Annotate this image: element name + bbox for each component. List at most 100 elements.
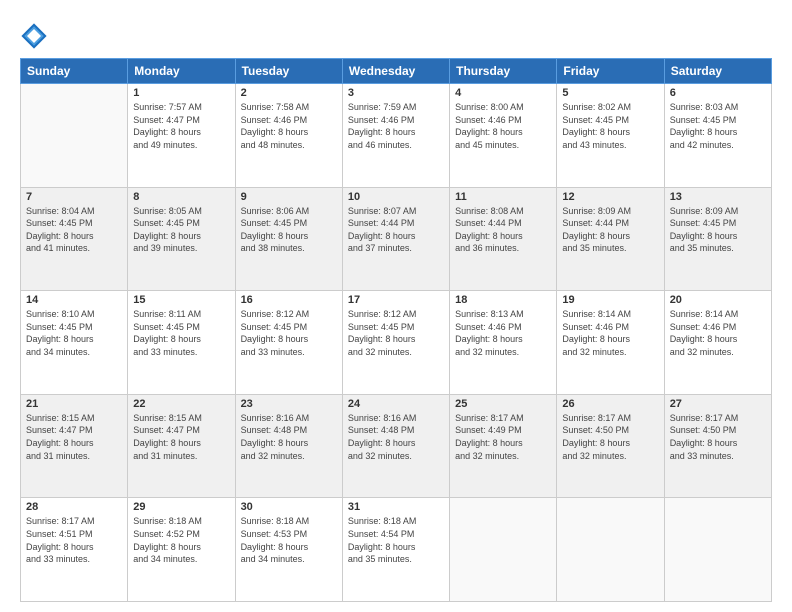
day-info: Sunrise: 8:00 AMSunset: 4:46 PMDaylight:… (455, 101, 551, 151)
calendar-cell: 24 Sunrise: 8:16 AMSunset: 4:48 PMDayligh… (342, 394, 449, 498)
weekday-friday: Friday (557, 59, 664, 84)
day-number: 26 (562, 398, 658, 410)
calendar-row-5: 28 Sunrise: 8:17 AMSunset: 4:51 PMDayligh… (21, 498, 772, 602)
day-info: Sunrise: 8:18 AMSunset: 4:52 PMDaylight:… (133, 515, 229, 565)
calendar-cell (664, 498, 771, 602)
day-number: 6 (670, 87, 766, 99)
day-info: Sunrise: 7:59 AMSunset: 4:46 PMDaylight:… (348, 101, 444, 151)
day-info: Sunrise: 8:05 AMSunset: 4:45 PMDaylight:… (133, 205, 229, 255)
day-info: Sunrise: 8:17 AMSunset: 4:51 PMDaylight:… (26, 515, 122, 565)
weekday-saturday: Saturday (664, 59, 771, 84)
calendar-cell: 5 Sunrise: 8:02 AMSunset: 4:45 PMDaylight… (557, 84, 664, 188)
day-info: Sunrise: 8:16 AMSunset: 4:48 PMDaylight:… (241, 412, 337, 462)
weekday-monday: Monday (128, 59, 235, 84)
day-info: Sunrise: 8:14 AMSunset: 4:46 PMDaylight:… (670, 308, 766, 358)
calendar-cell: 16Sunrise: 8:12 AMSunset: 4:45 PMDayligh… (235, 291, 342, 395)
logo (20, 22, 51, 50)
day-number: 11 (455, 191, 551, 203)
day-info: Sunrise: 8:06 AMSunset: 4:45 PMDaylight:… (241, 205, 337, 255)
calendar-row-2: 7 Sunrise: 8:04 AMSunset: 4:45 PMDaylight… (21, 187, 772, 291)
day-info: Sunrise: 8:07 AMSunset: 4:44 PMDaylight:… (348, 205, 444, 255)
day-number: 24 (348, 398, 444, 410)
calendar-cell: 9Sunrise: 8:06 AMSunset: 4:45 PMDaylight… (235, 187, 342, 291)
day-number: 28 (26, 501, 122, 513)
calendar-cell: 26 Sunrise: 8:17 AMSunset: 4:50 PMDayligh… (557, 394, 664, 498)
calendar-cell (557, 498, 664, 602)
calendar-cell: 11 Sunrise: 8:08 AMSunset: 4:44 PMDayligh… (450, 187, 557, 291)
calendar-cell: 29 Sunrise: 8:18 AMSunset: 4:52 PMDayligh… (128, 498, 235, 602)
day-number: 4 (455, 87, 551, 99)
calendar-cell: 20 Sunrise: 8:14 AMSunset: 4:46 PMDayligh… (664, 291, 771, 395)
weekday-wednesday: Wednesday (342, 59, 449, 84)
calendar-cell: 14 Sunrise: 8:10 AMSunset: 4:45 PMDayligh… (21, 291, 128, 395)
day-info: Sunrise: 8:10 AMSunset: 4:45 PMDaylight:… (26, 308, 122, 358)
calendar-cell: 25Sunrise: 8:17 AMSunset: 4:49 PMDayligh… (450, 394, 557, 498)
calendar-cell: 15 Sunrise: 8:11 AMSunset: 4:45 PMDayligh… (128, 291, 235, 395)
day-number: 1 (133, 87, 229, 99)
calendar-cell: 1 Sunrise: 7:57 AMSunset: 4:47 PMDaylight… (128, 84, 235, 188)
day-info: Sunrise: 8:15 AMSunset: 4:47 PMDaylight:… (26, 412, 122, 462)
logo-icon (20, 22, 48, 50)
calendar-cell: 2 Sunrise: 7:58 AMSunset: 4:46 PMDaylight… (235, 84, 342, 188)
day-number: 15 (133, 294, 229, 306)
calendar-header: SundayMondayTuesdayWednesdayThursdayFrid… (21, 59, 772, 84)
weekday-thursday: Thursday (450, 59, 557, 84)
calendar-cell: 27Sunrise: 8:17 AMSunset: 4:50 PMDayligh… (664, 394, 771, 498)
day-number: 27 (670, 398, 766, 410)
day-number: 7 (26, 191, 122, 203)
day-number: 2 (241, 87, 337, 99)
day-number: 12 (562, 191, 658, 203)
calendar-cell: 7 Sunrise: 8:04 AMSunset: 4:45 PMDaylight… (21, 187, 128, 291)
day-number: 23 (241, 398, 337, 410)
day-info: Sunrise: 8:16 AMSunset: 4:48 PMDaylight:… (348, 412, 444, 462)
calendar-body: 1 Sunrise: 7:57 AMSunset: 4:47 PMDaylight… (21, 84, 772, 602)
weekday-header-row: SundayMondayTuesdayWednesdayThursdayFrid… (21, 59, 772, 84)
day-number: 31 (348, 501, 444, 513)
day-number: 21 (26, 398, 122, 410)
calendar-cell: 19 Sunrise: 8:14 AMSunset: 4:46 PMDayligh… (557, 291, 664, 395)
day-info: Sunrise: 8:11 AMSunset: 4:45 PMDaylight:… (133, 308, 229, 358)
day-info: Sunrise: 8:14 AMSunset: 4:46 PMDaylight:… (562, 308, 658, 358)
day-info: Sunrise: 7:58 AMSunset: 4:46 PMDaylight:… (241, 101, 337, 151)
day-number: 8 (133, 191, 229, 203)
header (20, 18, 772, 50)
day-number: 3 (348, 87, 444, 99)
day-info: Sunrise: 8:18 AMSunset: 4:54 PMDaylight:… (348, 515, 444, 565)
day-number: 19 (562, 294, 658, 306)
day-number: 30 (241, 501, 337, 513)
calendar-cell: 21 Sunrise: 8:15 AMSunset: 4:47 PMDayligh… (21, 394, 128, 498)
calendar-row-1: 1 Sunrise: 7:57 AMSunset: 4:47 PMDaylight… (21, 84, 772, 188)
day-number: 16 (241, 294, 337, 306)
calendar-cell: 23 Sunrise: 8:16 AMSunset: 4:48 PMDayligh… (235, 394, 342, 498)
day-number: 17 (348, 294, 444, 306)
day-number: 20 (670, 294, 766, 306)
calendar-cell: 28 Sunrise: 8:17 AMSunset: 4:51 PMDayligh… (21, 498, 128, 602)
day-info: Sunrise: 8:03 AMSunset: 4:45 PMDaylight:… (670, 101, 766, 151)
day-number: 29 (133, 501, 229, 513)
day-number: 18 (455, 294, 551, 306)
day-number: 22 (133, 398, 229, 410)
calendar-cell (450, 498, 557, 602)
day-info: Sunrise: 8:02 AMSunset: 4:45 PMDaylight:… (562, 101, 658, 151)
day-number: 10 (348, 191, 444, 203)
day-info: Sunrise: 8:08 AMSunset: 4:44 PMDaylight:… (455, 205, 551, 255)
day-info: Sunrise: 8:15 AMSunset: 4:47 PMDaylight:… (133, 412, 229, 462)
calendar-cell: 13Sunrise: 8:09 AMSunset: 4:45 PMDayligh… (664, 187, 771, 291)
calendar-cell: 6 Sunrise: 8:03 AMSunset: 4:45 PMDaylight… (664, 84, 771, 188)
calendar-row-3: 14 Sunrise: 8:10 AMSunset: 4:45 PMDayligh… (21, 291, 772, 395)
calendar-cell: 30Sunrise: 8:18 AMSunset: 4:53 PMDayligh… (235, 498, 342, 602)
day-info: Sunrise: 8:17 AMSunset: 4:49 PMDaylight:… (455, 412, 551, 462)
calendar-cell: 3 Sunrise: 7:59 AMSunset: 4:46 PMDaylight… (342, 84, 449, 188)
day-info: Sunrise: 8:17 AMSunset: 4:50 PMDaylight:… (562, 412, 658, 462)
weekday-tuesday: Tuesday (235, 59, 342, 84)
weekday-sunday: Sunday (21, 59, 128, 84)
day-info: Sunrise: 8:04 AMSunset: 4:45 PMDaylight:… (26, 205, 122, 255)
calendar-table: SundayMondayTuesdayWednesdayThursdayFrid… (20, 58, 772, 602)
calendar-cell: 10 Sunrise: 8:07 AMSunset: 4:44 PMDayligh… (342, 187, 449, 291)
calendar-cell: 4 Sunrise: 8:00 AMSunset: 4:46 PMDaylight… (450, 84, 557, 188)
day-number: 5 (562, 87, 658, 99)
day-info: Sunrise: 7:57 AMSunset: 4:47 PMDaylight:… (133, 101, 229, 151)
page: SundayMondayTuesdayWednesdayThursdayFrid… (0, 0, 792, 612)
calendar-cell: 8 Sunrise: 8:05 AMSunset: 4:45 PMDaylight… (128, 187, 235, 291)
day-number: 14 (26, 294, 122, 306)
